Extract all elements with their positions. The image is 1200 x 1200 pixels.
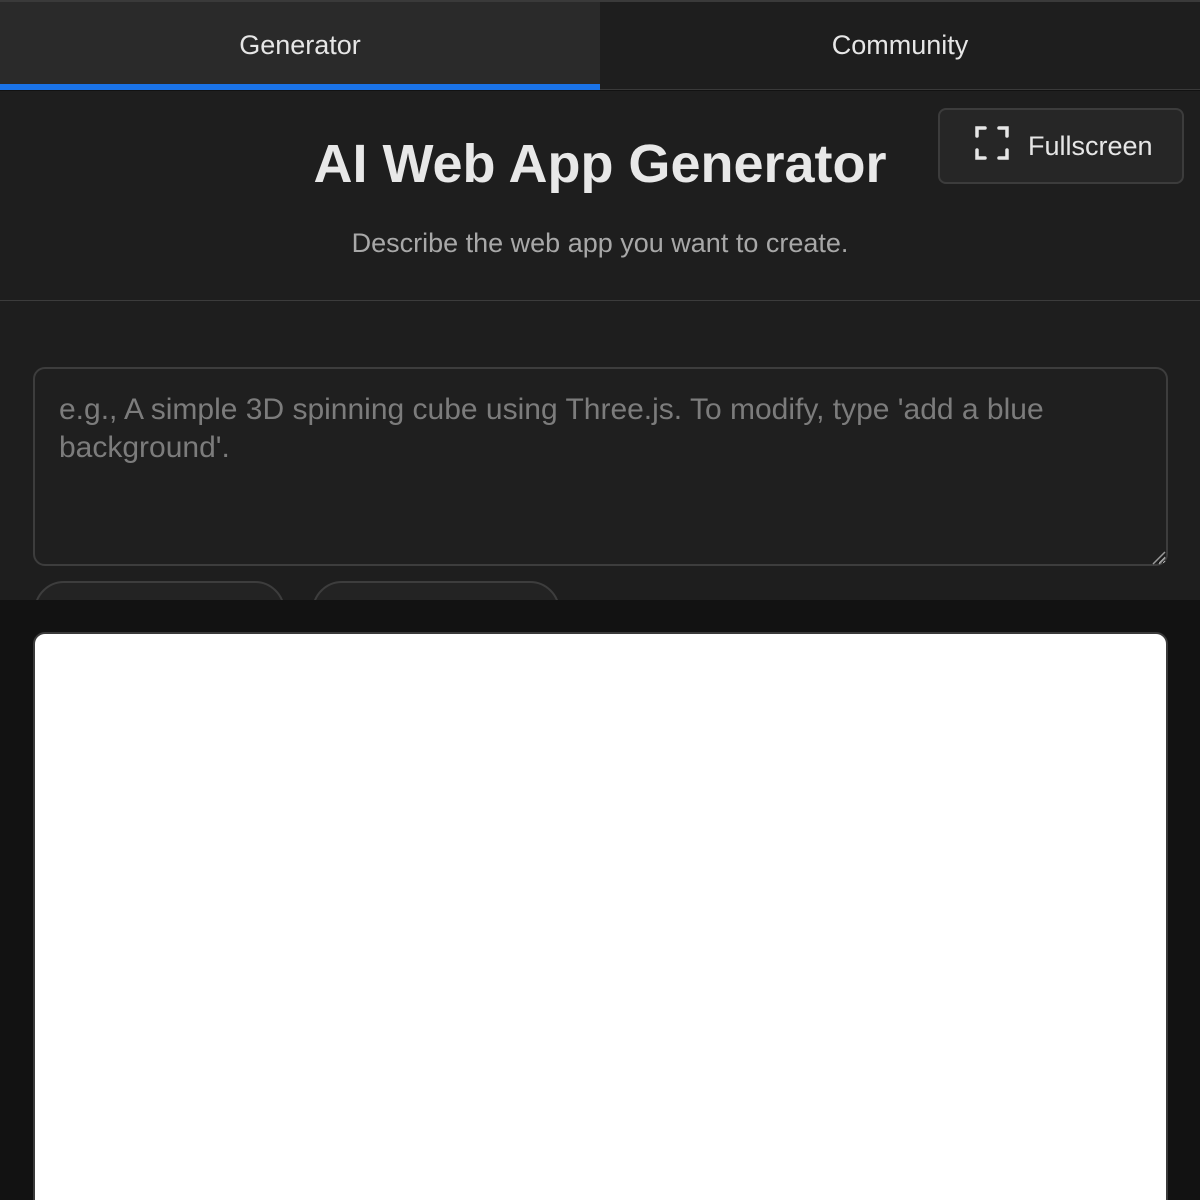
action-button-1[interactable] [34, 581, 285, 600]
prompt-input[interactable] [33, 367, 1168, 566]
tab-generator-label: Generator [239, 30, 361, 60]
tab-bar: Generator Community [0, 0, 1200, 90]
app-root: Generator Community AI Web App Generator… [0, 0, 1200, 1200]
generator-header: AI Web App Generator Describe the web ap… [0, 91, 1200, 301]
resize-grip-icon[interactable] [1150, 549, 1166, 565]
preview-frame[interactable] [33, 632, 1168, 1200]
preview-area [0, 600, 1200, 1200]
fullscreen-icon [974, 125, 1010, 168]
action-button-2[interactable] [312, 581, 560, 600]
generator-panel: AI Web App Generator Describe the web ap… [0, 91, 1200, 600]
fullscreen-button[interactable]: Fullscreen [938, 108, 1184, 184]
tab-community-label: Community [831, 30, 969, 60]
tab-generator[interactable]: Generator [0, 2, 600, 90]
fullscreen-label: Fullscreen [1028, 130, 1153, 161]
tab-community[interactable]: Community [600, 2, 1200, 89]
page-subtitle: Describe the web app you want to create. [351, 228, 849, 258]
